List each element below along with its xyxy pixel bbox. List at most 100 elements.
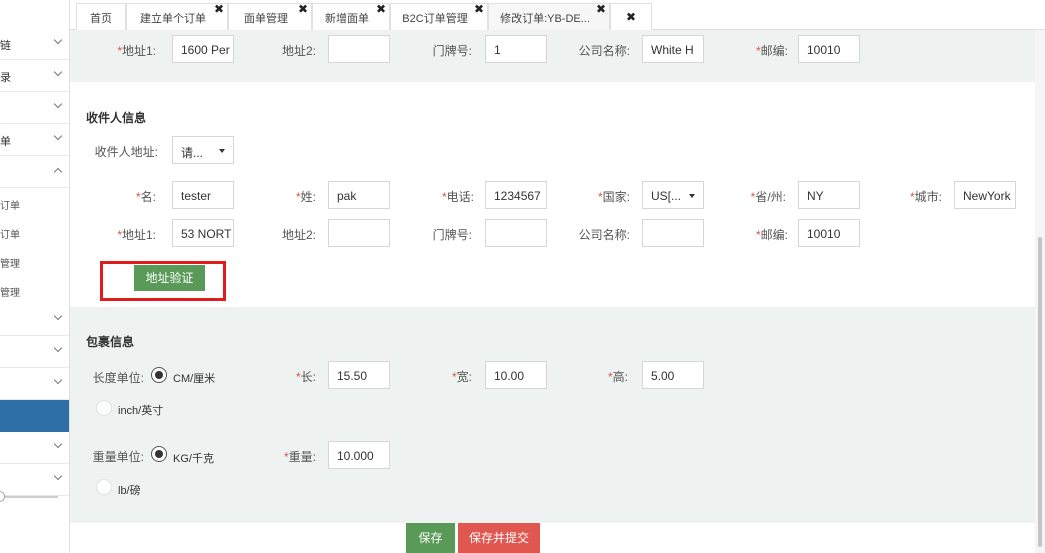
phone-input[interactable]: 1234567	[485, 181, 547, 209]
sender-door-no-label: 门牌号:	[432, 44, 472, 58]
chevron-down-icon	[53, 35, 63, 45]
close-icon[interactable]: ✖	[214, 2, 224, 16]
tab-new-label[interactable]: 新增面单 ✖	[312, 2, 390, 30]
sidebar-subitem-3[interactable]: 管理	[0, 247, 69, 276]
close-icon: ✖	[625, 10, 637, 24]
recipient-company-input[interactable]	[642, 219, 704, 247]
weight-unit-lb-radio[interactable]	[96, 479, 112, 495]
length-unit-label: 长度单位:	[92, 371, 144, 385]
chevron-up-icon	[53, 167, 63, 177]
weight-unit-kg-label: KG/千克	[173, 453, 214, 465]
tab-label: 修改订单:YB-DE...	[500, 13, 590, 25]
length-unit-cm-radio[interactable]	[151, 367, 167, 383]
sender-postcode-input[interactable]: 10010	[798, 35, 860, 63]
chevron-down-icon	[53, 311, 63, 321]
sender-postcode-label: *邮编:	[755, 44, 788, 58]
city-label: *城市:	[909, 190, 942, 204]
sender-company-input[interactable]: White H	[642, 35, 704, 63]
save-button[interactable]: 保存	[406, 523, 455, 553]
weight-unit-label: 重量单位:	[92, 450, 144, 464]
sidebar-item-label: 录	[0, 72, 11, 84]
sender-company-label: 公司名称:	[578, 44, 630, 58]
city-input[interactable]: NewYork	[954, 181, 1016, 209]
close-icon[interactable]: ✖	[596, 2, 606, 16]
first-name-input[interactable]: tester	[172, 181, 234, 209]
length-label: *长:	[295, 370, 316, 384]
sidebar-item-8[interactable]	[0, 368, 69, 400]
length-unit-inch-label: inch/英寸	[118, 405, 164, 417]
sidebar-item-3[interactable]	[0, 92, 69, 124]
tab-label: 建立单个订单	[140, 13, 206, 25]
tab-label-management[interactable]: 面单管理 ✖	[228, 2, 312, 30]
sidebar-subitem-label: 管理	[0, 259, 20, 270]
package-section	[70, 307, 1035, 523]
height-input[interactable]: 5.00	[642, 361, 704, 389]
sidebar-subitem-2[interactable]: 订单	[0, 218, 69, 247]
chevron-down-icon	[53, 375, 63, 385]
height-label: *高:	[607, 370, 628, 384]
sender-address1-label: *地址1:	[117, 44, 156, 58]
slider-knob[interactable]	[0, 491, 5, 502]
slider-track	[0, 496, 58, 498]
state-label: *省/州:	[750, 190, 786, 204]
recipient-door-no-input[interactable]	[485, 219, 547, 247]
tab-create-order[interactable]: 建立单个订单 ✖	[126, 2, 228, 30]
tab-edit-order[interactable]: 修改订单:YB-DE... ✖	[488, 2, 610, 30]
sidebar-item-label: 单	[0, 136, 11, 148]
close-icon[interactable]: ✖	[298, 2, 308, 16]
recipient-door-no-label: 门牌号:	[432, 228, 472, 242]
form-footer	[70, 523, 1035, 553]
state-input[interactable]: NY	[798, 181, 860, 209]
sidebar-item-9[interactable]	[0, 432, 69, 464]
weight-unit-lb-label: lb/磅	[118, 485, 141, 497]
chevron-down-icon	[53, 439, 63, 449]
sidebar-item-6[interactable]	[0, 304, 69, 336]
chevron-down-icon	[53, 343, 63, 353]
sidebar-subitem-1[interactable]: 订单	[0, 189, 69, 218]
first-name-label: *名:	[135, 190, 156, 204]
close-icon[interactable]: ✖	[376, 2, 386, 16]
sidebar-subitem-label: 订单	[0, 201, 20, 212]
select-value: 请...	[181, 146, 204, 160]
sender-door-no-input[interactable]: 1	[485, 35, 547, 63]
sidebar-subitem-4[interactable]: 管理	[0, 276, 69, 305]
sidebar-subitem-label: 管理	[0, 288, 20, 299]
recipient-address-select[interactable]: 请...	[172, 136, 234, 164]
chevron-down-icon	[53, 131, 63, 141]
phone-label: *电话:	[441, 190, 474, 204]
caret-down-icon	[689, 194, 695, 198]
sidebar-item-5-expanded[interactable]	[0, 156, 69, 188]
length-unit-inch-radio[interactable]	[96, 400, 112, 416]
recipient-address1-input[interactable]: 53 NORT	[172, 219, 234, 247]
sidebar-item-active[interactable]	[0, 400, 69, 432]
sidebar-item-4[interactable]: 单	[0, 124, 69, 156]
close-all-tabs-button[interactable]: ✖	[610, 3, 652, 30]
recipient-address2-input[interactable]	[328, 219, 390, 247]
vertical-scrollbar[interactable]	[1035, 30, 1045, 553]
last-name-input[interactable]: pak	[328, 181, 390, 209]
sender-address2-input[interactable]	[328, 35, 390, 63]
address-verify-button[interactable]: 地址验证	[134, 265, 205, 291]
scrollbar-thumb[interactable]	[1038, 237, 1042, 547]
length-input[interactable]: 15.50	[328, 361, 390, 389]
chevron-down-icon	[53, 471, 63, 481]
recipient-address-label: 收件人地址:	[94, 145, 158, 159]
sidebar-subitem-label: 订单	[0, 230, 20, 241]
chevron-down-icon	[53, 99, 63, 109]
tab-label: 首页	[90, 13, 112, 25]
tab-b2c-orders[interactable]: B2C订单管理 ✖	[390, 2, 488, 30]
country-select[interactable]: US[...	[642, 181, 704, 209]
recipient-postcode-input[interactable]: 10010	[798, 219, 860, 247]
sidebar-zoom-slider[interactable]	[0, 491, 58, 503]
weight-input[interactable]: 10.000	[328, 441, 390, 469]
sidebar-item-7[interactable]	[0, 336, 69, 368]
weight-unit-kg-radio[interactable]	[151, 446, 167, 462]
save-and-submit-button[interactable]: 保存并提交	[458, 523, 540, 553]
sidebar-item-2[interactable]: 录	[0, 60, 69, 92]
sidebar-item-1[interactable]: 链	[0, 28, 69, 60]
chevron-down-icon	[53, 67, 63, 77]
width-input[interactable]: 10.00	[485, 361, 547, 389]
sender-address1-input[interactable]: 1600 Per	[172, 35, 234, 63]
tab-home[interactable]: 首页	[76, 3, 126, 30]
close-icon[interactable]: ✖	[474, 2, 484, 16]
